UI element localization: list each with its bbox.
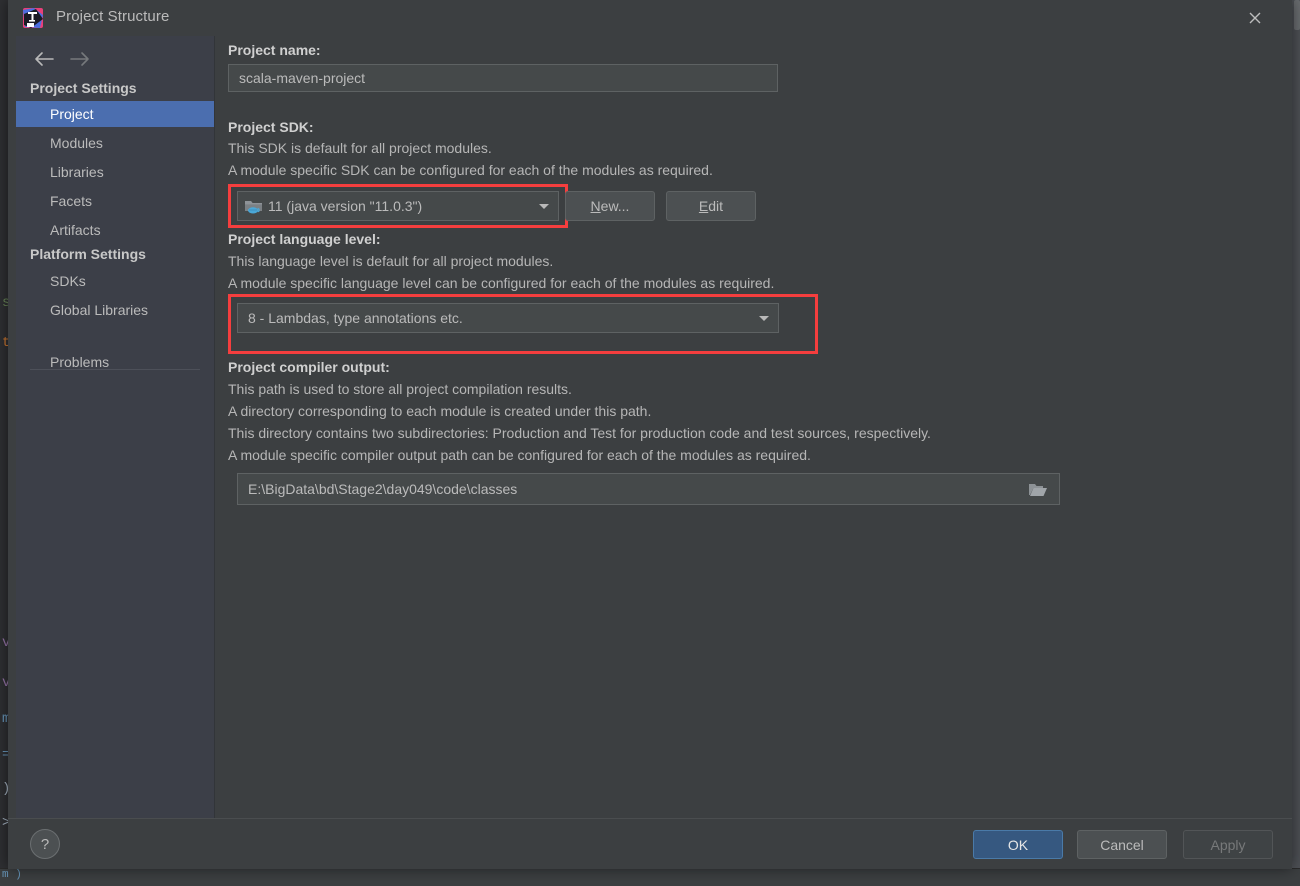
sidebar-item-project[interactable]: Project [16, 101, 214, 127]
language-level-description-line: This language level is default for all p… [228, 253, 553, 269]
ide-status-bar [0, 868, 1300, 886]
close-icon[interactable] [1232, 0, 1278, 36]
arrow-left-icon[interactable] [30, 48, 58, 70]
compiler-output-description-line: A directory corresponding to each module… [228, 403, 651, 419]
sidebar-item-problems[interactable]: Problems [16, 349, 214, 375]
sidebar-item-label: Libraries [50, 164, 104, 180]
sidebar-group-platform-settings: Platform Settings [30, 246, 146, 262]
cancel-button[interactable]: Cancel [1077, 830, 1167, 859]
arrow-right-icon[interactable] [66, 48, 94, 70]
dialog-title-bar: Project Structure [8, 0, 1292, 36]
new-sdk-button[interactable]: New... [565, 191, 655, 221]
sidebar-item-label: Modules [50, 135, 103, 151]
sidebar-item-sdks[interactable]: SDKs [16, 268, 214, 294]
help-icon[interactable]: ? [30, 829, 60, 859]
ok-button[interactable]: OK [973, 830, 1063, 859]
apply-button[interactable]: Apply [1183, 830, 1273, 859]
compiler-output-description-line: This directory contains two subdirectori… [228, 425, 931, 441]
sidebar-item-global-libraries[interactable]: Global Libraries [16, 297, 214, 323]
project-settings-panel: Project name: scala-maven-project Projec… [215, 36, 1292, 818]
settings-sidebar: Project Settings Project Modules Librari… [16, 36, 215, 818]
project-sdk-combo[interactable]: 11 (java version "11.0.3") [237, 191, 559, 221]
compiler-output-description-line: This path is used to store all project c… [228, 381, 572, 397]
sidebar-item-label: Artifacts [50, 222, 101, 238]
project-name-label: Project name: [228, 42, 321, 58]
background-status-text: m ) [2, 869, 22, 881]
language-level-combo[interactable]: 8 - Lambdas, type annotations etc. [237, 303, 779, 333]
compiler-output-label: Project compiler output: [228, 359, 390, 375]
compiler-output-path-value: E:\BigData\bd\Stage2\day049\code\classes [248, 481, 517, 497]
sidebar-item-artifacts[interactable]: Artifacts [16, 217, 214, 243]
edit-sdk-button[interactable]: Edit [666, 191, 756, 221]
sidebar-item-label: Facets [50, 193, 92, 209]
chevron-down-icon[interactable] [750, 314, 778, 322]
dialog-title: Project Structure [56, 8, 169, 25]
project-sdk-label: Project SDK: [228, 119, 314, 135]
language-level-description-line: A module specific language level can be … [228, 275, 774, 291]
new-sdk-button-label: New... [591, 198, 630, 214]
compiler-output-description-line: A module specific compiler output path c… [228, 447, 811, 463]
project-structure-dialog: Project Structure [8, 0, 1292, 868]
sidebar-group-project-settings: Project Settings [30, 80, 137, 96]
navigation-arrows [26, 44, 106, 74]
folder-browse-icon[interactable] [1023, 479, 1053, 501]
edit-sdk-button-label: Edit [699, 198, 723, 214]
sidebar-item-modules[interactable]: Modules [16, 130, 214, 156]
sidebar-item-facets[interactable]: Facets [16, 188, 214, 214]
sidebar-item-libraries[interactable]: Libraries [16, 159, 214, 185]
project-sdk-description-line: A module specific SDK can be configured … [228, 162, 713, 178]
compiler-output-path-input[interactable]: E:\BigData\bd\Stage2\day049\code\classes [237, 473, 1060, 505]
language-level-selected-value: 8 - Lambdas, type annotations etc. [248, 310, 750, 326]
sidebar-item-label: Problems [50, 354, 109, 370]
sidebar-item-label: Global Libraries [50, 302, 148, 318]
sidebar-item-label: Project [50, 106, 94, 122]
java-sdk-folder-icon [238, 198, 268, 214]
sidebar-item-label: SDKs [50, 273, 86, 289]
project-sdk-selected-value: 11 (java version "11.0.3") [268, 198, 530, 214]
project-sdk-description-line: This SDK is default for all project modu… [228, 140, 492, 156]
language-level-label: Project language level: [228, 231, 381, 247]
chevron-down-icon[interactable] [530, 202, 558, 210]
dialog-footer: ? OK Cancel Apply [8, 818, 1292, 869]
dialog-body: Project Settings Project Modules Librari… [8, 36, 1292, 818]
project-name-input[interactable]: scala-maven-project [228, 64, 778, 92]
intellij-idea-logo-icon [22, 7, 44, 29]
editor-scrollbar-thumb[interactable] [1294, 0, 1300, 30]
